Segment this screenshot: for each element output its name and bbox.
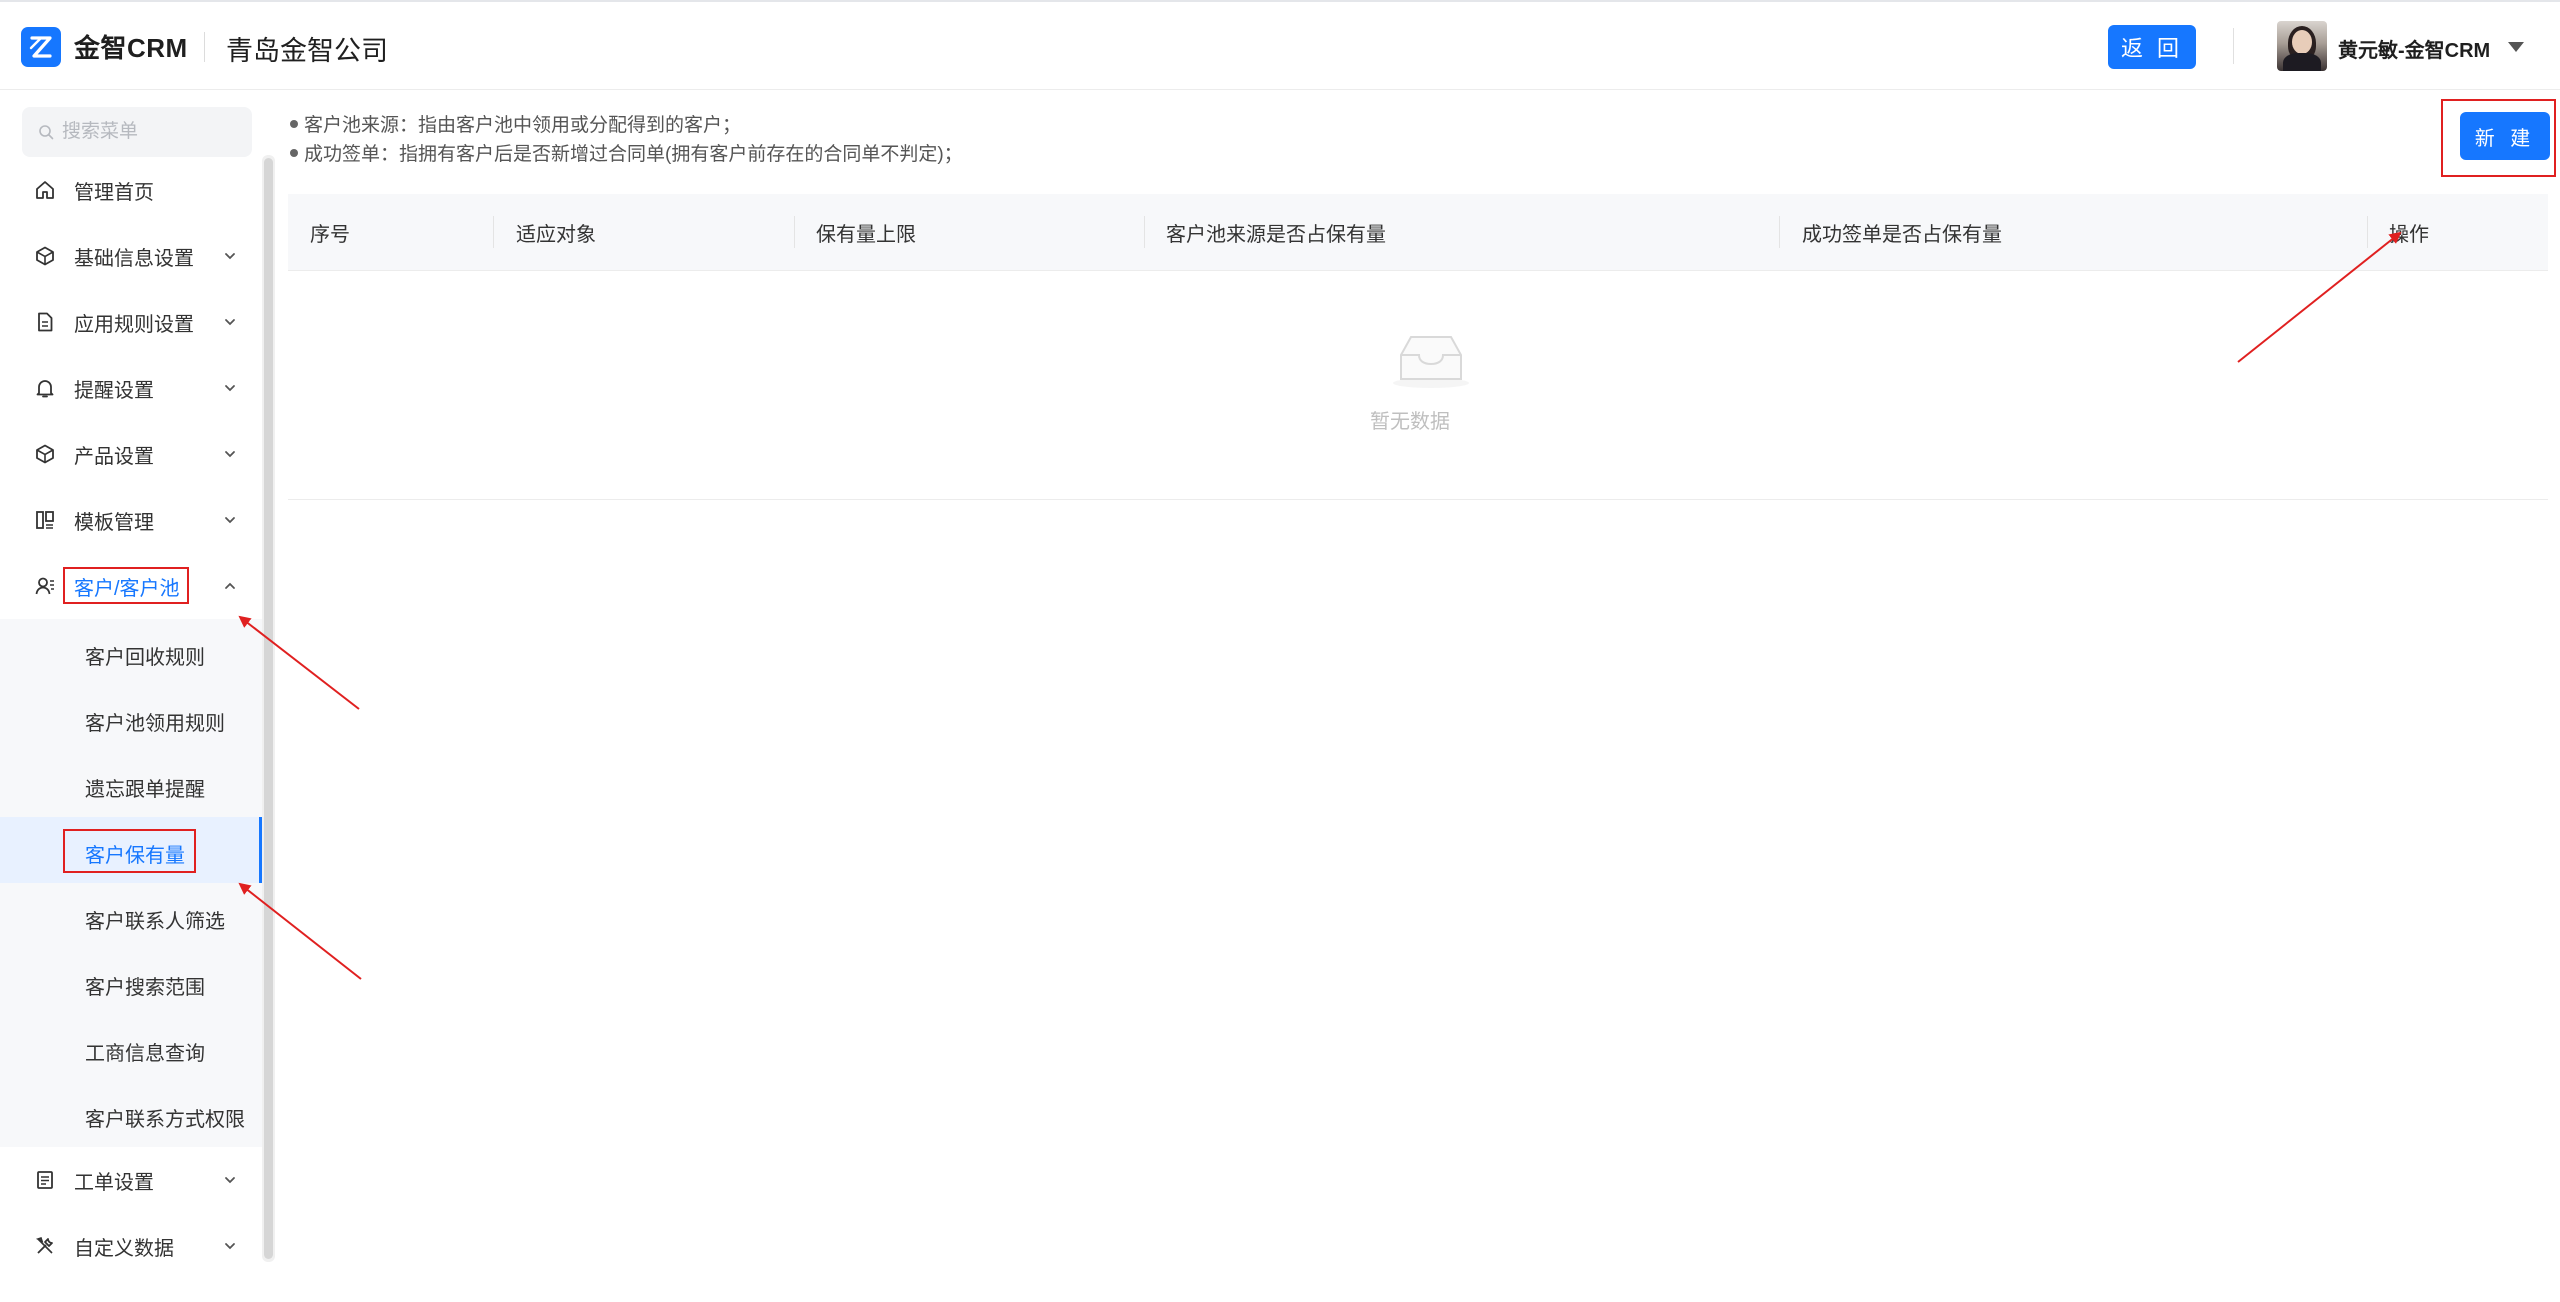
bullet-icon [290, 119, 298, 128]
column-header-pool-source: 客户池来源是否占保有量 [1166, 223, 1386, 246]
tools-icon [35, 1236, 53, 1254]
submenu-item-business-info[interactable]: 工商信息查询 [0, 1015, 262, 1081]
submenu-item-label: 客户回收规则 [85, 647, 205, 669]
cube-icon [36, 246, 54, 266]
column-divider [1144, 216, 1145, 248]
company-name: 青岛金智公司 [226, 36, 388, 66]
submenu-item-label: 客户搜索范围 [85, 977, 205, 999]
header-divider [204, 32, 205, 62]
sidebar-item-label: 工单设置 [74, 1171, 154, 1194]
sidebar-item-reminders[interactable]: 提醒设置 [0, 355, 262, 421]
column-header-actions: 操作 [2389, 223, 2429, 246]
table-header: 序号 适应对象 保有量上限 客户池来源是否占保有量 成功签单是否占保有量 操作 [288, 194, 2548, 271]
sidebar-item-app-rules[interactable]: 应用规则设置 [0, 289, 262, 355]
submenu-item-label: 客户保有量 [85, 845, 185, 867]
column-divider [1779, 216, 1780, 248]
bullet-icon [290, 148, 298, 157]
note-text: 成功签单：指拥有客户后是否新增过合同单(拥有客户前存在的合同单不判定)； [304, 144, 963, 165]
submenu-item-recycle-rules[interactable]: 客户回收规则 [0, 619, 262, 685]
submenu-item-label: 客户联系方式权限 [85, 1109, 245, 1131]
chevron-up-icon [225, 582, 235, 589]
sidebar-item-label: 产品设置 [74, 445, 154, 468]
sidebar-item-templates[interactable]: 模板管理 [0, 487, 262, 553]
sidebar-item-tickets[interactable]: 工单设置 [0, 1147, 262, 1213]
top-header: 金智CRM 青岛金智公司 返 回 黄元敏-金智CRM [0, 0, 2560, 90]
sidebar-item-label: 自定义数据 [74, 1237, 174, 1260]
retention-table: 序号 适应对象 保有量上限 客户池来源是否占保有量 成功签单是否占保有量 操作 … [288, 194, 2548, 500]
chevron-down-icon [225, 385, 235, 392]
column-header-signed: 成功签单是否占保有量 [1802, 223, 2002, 246]
submenu-item-customer-retention[interactable]: 客户保有量 [0, 817, 262, 883]
empty-text: 暂无数据 [1370, 411, 1450, 433]
submenu-item-contact-permission[interactable]: 客户联系方式权限 [0, 1081, 262, 1147]
column-divider [493, 216, 494, 248]
home-icon [36, 181, 54, 199]
submenu-item-label: 客户池领用规则 [85, 713, 225, 735]
template-icon [36, 511, 54, 529]
chevron-down-icon [225, 253, 235, 260]
submenu-item-search-scope[interactable]: 客户搜索范围 [0, 949, 262, 1015]
chevron-down-icon [225, 1243, 235, 1250]
sidebar-item-products[interactable]: 产品设置 [0, 421, 262, 487]
submenu-item-label: 客户联系人筛选 [85, 911, 225, 933]
empty-inbox-icon [1393, 336, 1469, 388]
table-empty-state: 暂无数据 [288, 271, 2548, 500]
search-input[interactable] [60, 120, 244, 144]
sidebar-item-basic-info[interactable]: 基础信息设置 [0, 223, 262, 289]
sidebar-item-label: 基础信息设置 [74, 247, 194, 270]
column-divider [794, 216, 795, 248]
sidebar-item-label: 管理首页 [74, 181, 154, 204]
back-button[interactable]: 返 回 [2108, 25, 2196, 69]
sidebar: 管理首页 基础信息设置 应用规则设置 提醒设置 产品设置 [0, 90, 275, 1302]
document-icon [38, 312, 53, 332]
ticket-icon [37, 1171, 53, 1189]
sidebar-item-customer-pool[interactable]: 客户/客户池 [0, 553, 262, 619]
column-header-index: 序号 [310, 223, 350, 246]
sidebar-item-custom-data[interactable]: 自定义数据 [0, 1213, 262, 1279]
user-name[interactable]: 黄元敏-金智CRM [2338, 34, 2490, 63]
column-header-target: 适应对象 [516, 223, 596, 246]
box-icon [36, 444, 54, 464]
header-divider [2233, 28, 2234, 64]
submenu-item-label: 工商信息查询 [85, 1043, 205, 1065]
main-content: 客户池来源：指由客户池中领用或分配得到的客户； 成功签单：指拥有客户后是否新增过… [275, 90, 2560, 1302]
sidebar-scrollbar-thumb[interactable] [264, 158, 273, 1259]
menu-search[interactable] [22, 107, 252, 157]
sidebar-item-label: 提醒设置 [74, 379, 154, 402]
submenu-item-contact-filter[interactable]: 客户联系人筛选 [0, 883, 262, 949]
avatar[interactable] [2277, 21, 2327, 71]
submenu-item-forgotten-reminder[interactable]: 遗忘跟单提醒 [0, 751, 262, 817]
sidebar-item-home[interactable]: 管理首页 [0, 157, 262, 223]
column-header-limit: 保有量上限 [816, 223, 916, 246]
logo-text: 金智CRM [74, 33, 188, 63]
note-line: 成功签单：指拥有客户后是否新增过合同单(拥有客户前存在的合同单不判定)； [290, 139, 963, 166]
submenu-item-pool-claim-rules[interactable]: 客户池领用规则 [0, 685, 262, 751]
note-text: 客户池来源：指由客户池中领用或分配得到的客户； [304, 115, 742, 136]
bell-icon [36, 380, 54, 398]
logo-icon [21, 27, 61, 67]
sidebar-item-label: 模板管理 [74, 511, 154, 534]
chevron-down-icon [225, 517, 235, 524]
caret-down-icon[interactable] [2508, 42, 2524, 52]
new-button[interactable]: 新 建 [2460, 112, 2550, 160]
column-divider [2367, 216, 2368, 248]
chevron-down-icon [225, 1177, 235, 1184]
contacts-icon [35, 577, 54, 595]
sidebar-item-label: 客户/客户池 [74, 577, 180, 600]
chevron-down-icon [225, 319, 235, 326]
submenu-item-label: 遗忘跟单提醒 [85, 779, 205, 801]
search-icon [39, 125, 54, 140]
sidebar-item-label: 应用规则设置 [74, 313, 194, 336]
chevron-down-icon [225, 451, 235, 458]
note-line: 客户池来源：指由客户池中领用或分配得到的客户； [290, 110, 741, 137]
